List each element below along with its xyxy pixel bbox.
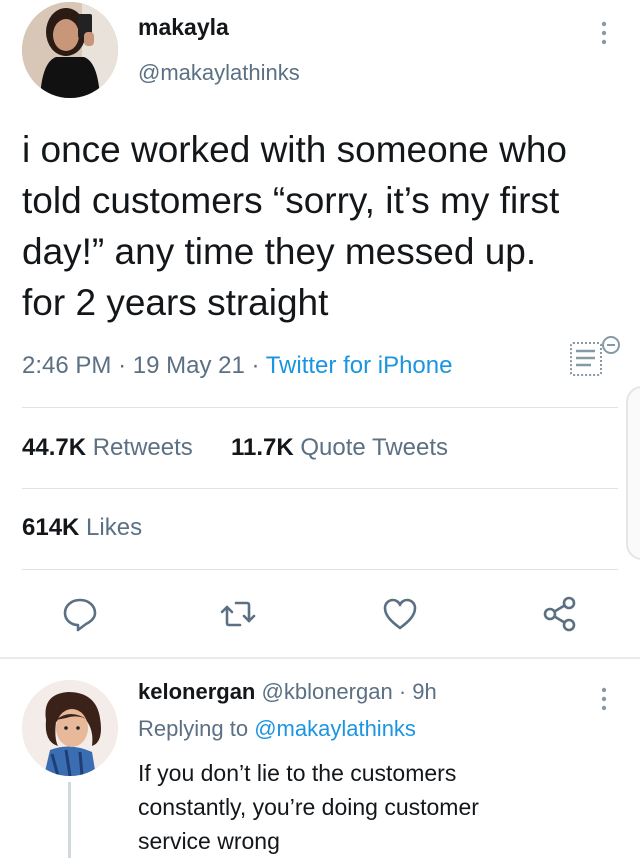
reply-avatar[interactable] — [22, 680, 118, 776]
retweet-button[interactable] — [218, 594, 258, 634]
display-name[interactable]: makayla — [138, 14, 229, 41]
section-separator — [0, 657, 640, 659]
quotes-label: Quote Tweets — [300, 434, 449, 461]
divider — [22, 488, 618, 489]
share-icon — [543, 596, 576, 632]
replying-mention[interactable]: @makaylathinks — [254, 716, 416, 741]
quote-tweets-stat[interactable]: 11.7K Quote Tweets — [231, 434, 448, 462]
tweet-text: i once worked with someone who told cust… — [22, 129, 568, 323]
thread-line — [68, 782, 71, 858]
profile-avatar[interactable] — [22, 2, 118, 98]
retweets-count: 44.7K — [22, 434, 87, 461]
reply-text: If you don’t lie to the customers consta… — [138, 760, 479, 854]
retweets-stat[interactable]: 44.7K Retweets — [22, 434, 193, 462]
meta-separator: · — [118, 352, 133, 379]
quotes-count: 11.7K — [231, 434, 294, 461]
retweet-icon — [220, 601, 256, 627]
tweet-time[interactable]: 2:46 PM — [22, 352, 111, 379]
divider — [22, 569, 618, 570]
heart-icon — [383, 598, 417, 630]
tweet-meta: 2:46 PM · 19 May 21 · Twitter for iPhone — [22, 352, 452, 380]
reply-age[interactable]: 9h — [412, 679, 436, 704]
vertical-dots-icon[interactable] — [592, 14, 616, 54]
reply-header: kelonergan @kblonergan · 9h — [138, 679, 437, 705]
likes-count: 614K — [22, 514, 80, 541]
tweet-source[interactable]: Twitter for iPhone — [266, 352, 453, 379]
edge-panel-handle[interactable] — [626, 386, 640, 560]
retweets-label: Retweets — [92, 434, 193, 461]
likes-stat[interactable]: 614K Likes — [22, 514, 142, 542]
replying-prefix: Replying to — [138, 716, 249, 741]
tweet-date[interactable]: 19 May 21 — [133, 352, 245, 379]
vertical-dots-icon[interactable] — [592, 680, 616, 720]
share-button[interactable] — [540, 594, 580, 634]
reply-handle[interactable]: @kblonergan — [262, 679, 393, 704]
meta-separator: · — [398, 679, 413, 704]
user-handle[interactable]: @makaylathinks — [138, 60, 300, 86]
replying-to: Replying to @makaylathinks — [138, 716, 416, 742]
comment-icon — [63, 598, 97, 632]
reply-display-name[interactable]: kelonergan — [138, 679, 255, 704]
likes-label: Likes — [86, 514, 143, 541]
divider — [22, 407, 618, 408]
analytics-icon[interactable] — [567, 335, 623, 379]
meta-separator: · — [251, 352, 266, 379]
reply-button[interactable] — [60, 594, 100, 634]
like-button[interactable] — [380, 594, 420, 634]
